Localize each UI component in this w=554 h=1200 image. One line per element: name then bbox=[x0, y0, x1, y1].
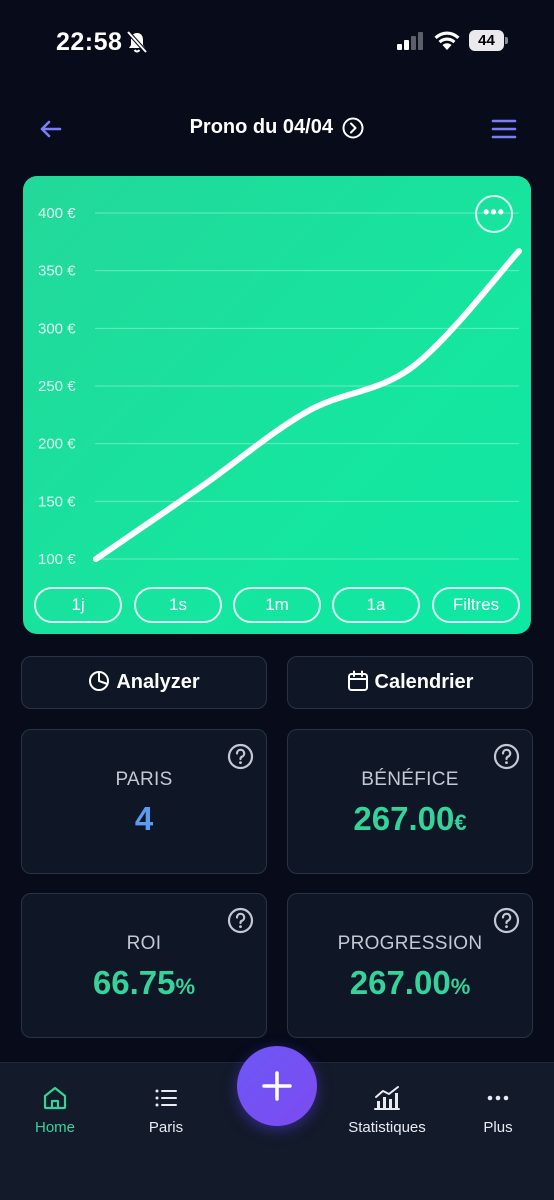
range-1s-button[interactable]: 1s bbox=[134, 587, 222, 623]
chevron-circle-right-icon bbox=[342, 117, 364, 138]
header: Prono du 04/04 bbox=[0, 104, 554, 152]
nav-home[interactable]: Home bbox=[0, 1085, 110, 1136]
help-icon[interactable] bbox=[227, 907, 254, 934]
calendar-label: Calendrier bbox=[374, 671, 474, 693]
chart-card: 400 €350 €300 €250 €200 €150 €100 € ••• … bbox=[23, 176, 531, 634]
wifi-icon bbox=[434, 31, 460, 50]
nav-plus[interactable]: Plus bbox=[443, 1085, 553, 1136]
filters-button[interactable]: Filtres bbox=[432, 587, 520, 623]
nav-paris-label: Paris bbox=[148, 1119, 184, 1136]
balance-series-line bbox=[93, 248, 522, 562]
add-bet-button[interactable] bbox=[237, 1046, 317, 1126]
y-tick-label: 150 € bbox=[38, 493, 76, 510]
nav-paris[interactable]: Paris bbox=[111, 1085, 221, 1136]
status-time: 22:58 bbox=[56, 28, 123, 56]
title-button[interactable]: Prono du 04/04 bbox=[0, 116, 554, 139]
balance-chart: 400 € 350 € 300 € 250 € 200 € 150 € 100 € bbox=[38, 205, 522, 568]
y-tick-label: 100 € bbox=[38, 551, 76, 568]
y-tick-label: 250 € bbox=[38, 378, 76, 395]
stat-label: PARIS bbox=[115, 769, 173, 790]
signal-icon bbox=[397, 32, 423, 50]
analyzer-button[interactable]: Analyzer bbox=[21, 656, 267, 709]
stat-value: 4 bbox=[134, 800, 154, 837]
status-bar: 22:58 44 bbox=[0, 0, 554, 84]
home-icon bbox=[43, 1086, 67, 1110]
nav-home-label: Home bbox=[34, 1119, 75, 1136]
help-icon[interactable] bbox=[493, 907, 520, 934]
plus-icon bbox=[262, 1071, 292, 1101]
nav-plus-label: Plus bbox=[483, 1119, 513, 1136]
battery-icon: 44 bbox=[469, 30, 508, 51]
stat-value: 66.75% bbox=[92, 964, 196, 1001]
paris-stat-card: PARIS 4 bbox=[21, 729, 267, 874]
help-icon[interactable] bbox=[493, 743, 520, 770]
range-1m-button[interactable]: 1m bbox=[233, 587, 321, 623]
bell-slash-icon bbox=[126, 30, 148, 54]
stat-label: ROI bbox=[126, 933, 162, 954]
page-title: Prono du 04/04 bbox=[189, 116, 333, 138]
more-options-button[interactable]: ••• bbox=[475, 195, 513, 233]
progression-stat-card: PROGRESSION 267.00% bbox=[287, 893, 533, 1038]
y-tick-label: 200 € bbox=[38, 436, 76, 453]
pie-chart-icon bbox=[89, 670, 110, 691]
range-1j-button[interactable]: 1j bbox=[34, 587, 122, 623]
calendar-button[interactable]: Calendrier bbox=[287, 656, 533, 709]
range-selector: 1j 1s 1m 1a Filtres bbox=[34, 587, 522, 623]
y-tick-label: 400 € bbox=[38, 205, 76, 222]
calendar-icon bbox=[347, 670, 368, 691]
analyzer-label: Analyzer bbox=[116, 671, 200, 693]
help-icon[interactable] bbox=[227, 743, 254, 770]
y-tick-label: 300 € bbox=[38, 320, 76, 337]
stats-chart-icon bbox=[374, 1086, 400, 1110]
stat-value: 267.00% bbox=[349, 964, 471, 1001]
list-icon bbox=[155, 1089, 177, 1107]
stat-label: PROGRESSION bbox=[337, 933, 483, 954]
roi-stat-card: ROI 66.75% bbox=[21, 893, 267, 1038]
range-1a-button[interactable]: 1a bbox=[332, 587, 420, 623]
y-tick-label: 350 € bbox=[38, 263, 76, 280]
stat-value: 267.00€ bbox=[353, 800, 467, 837]
nav-statistiques[interactable]: Statistiques bbox=[332, 1085, 442, 1136]
menu-icon[interactable] bbox=[489, 114, 519, 144]
stat-label: BÉNÉFICE bbox=[361, 769, 459, 790]
benefice-stat-card: BÉNÉFICE 267.00€ bbox=[287, 729, 533, 874]
nav-statistiques-label: Statistiques bbox=[348, 1119, 426, 1136]
more-horizontal-icon bbox=[487, 1095, 509, 1101]
